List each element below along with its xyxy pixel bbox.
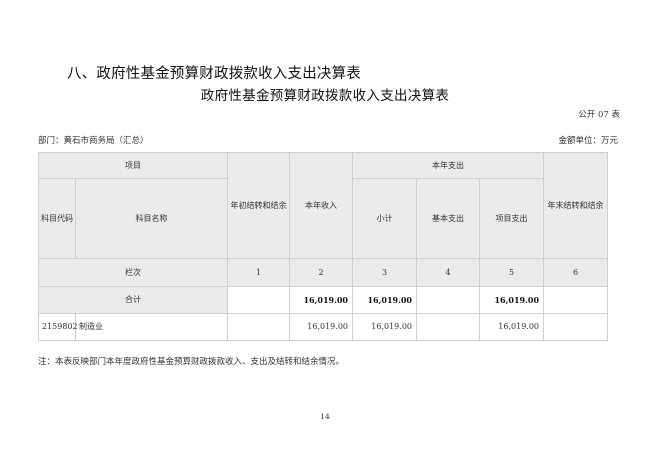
total-closing-balance: [543, 286, 609, 314]
header-subject-code: 科目代码: [38, 178, 76, 259]
row-project-expense: 16,019.00: [478, 313, 545, 341]
column-index-6: 6: [543, 258, 609, 287]
header-item: 项目: [38, 152, 228, 179]
header-closing-balance: 年末结转和结余: [543, 152, 609, 259]
column-index-4: 4: [416, 258, 480, 287]
column-index-2: 2: [289, 258, 353, 287]
footnote: 注：本表反映部门本年度政府性基金预算财政拨款收入、支出及结转和结余情况。: [38, 357, 345, 367]
total-subtotal: 16,019.00: [352, 286, 417, 314]
page-number: 14: [320, 412, 330, 421]
row-subtotal: 16,019.00: [352, 313, 417, 341]
row-subject-code: 2159802: [38, 313, 78, 341]
total-opening-balance: [227, 286, 290, 314]
header-current-expense: 本年支出: [351, 152, 545, 179]
header-basic-expense: 基本支出: [416, 178, 480, 259]
budget-table: 项目 年初结转和结余 本年收入 本年支出 年末结转和结余 科目代码 科目名称 小…: [38, 152, 609, 341]
total-label: 合计: [38, 286, 228, 314]
header-opening-balance: 年初结转和结余: [227, 152, 290, 259]
row-basic-expense: [416, 313, 480, 341]
header-subject-name: 科目名称: [75, 178, 228, 259]
table-row: 2159802 制造业 16,019.00 16,019.00 16,019.0…: [38, 313, 609, 341]
form-number: 公开 07 表: [578, 110, 620, 120]
total-basic-expense: [416, 286, 480, 314]
header-subtotal: 小计: [352, 178, 417, 259]
amount-unit-label: 金额单位：万元: [558, 136, 618, 146]
column-index-5: 5: [478, 258, 545, 287]
row-closing-balance: [543, 313, 609, 341]
section-title: 八、政府性基金预算财政拨款收入支出决算表: [67, 66, 361, 82]
header-current-income: 本年收入: [289, 152, 353, 259]
header-row-1: 项目 年初结转和结余 本年收入 本年支出 年末结转和结余: [38, 152, 609, 259]
header-project-expense: 项目支出: [478, 178, 545, 259]
table-title: 政府性基金预算财政拨款收入支出决算表: [200, 88, 450, 104]
column-index-row: 栏次 1 2 3 4 5 6: [38, 258, 609, 287]
total-project-expense: 16,019.00: [478, 286, 545, 314]
row-subject-name: 制造业: [75, 313, 228, 341]
column-index-label: 栏次: [38, 258, 228, 287]
column-index-3: 3: [352, 258, 417, 287]
row-opening-balance: [227, 313, 290, 341]
total-current-income: 16,019.00: [289, 286, 353, 314]
total-row: 合计 16,019.00 16,019.00 16,019.00: [38, 286, 609, 314]
department-label: 部门：黄石市商务局（汇总）: [38, 136, 149, 146]
column-index-1: 1: [227, 258, 290, 287]
row-current-income: 16,019.00: [289, 313, 353, 341]
